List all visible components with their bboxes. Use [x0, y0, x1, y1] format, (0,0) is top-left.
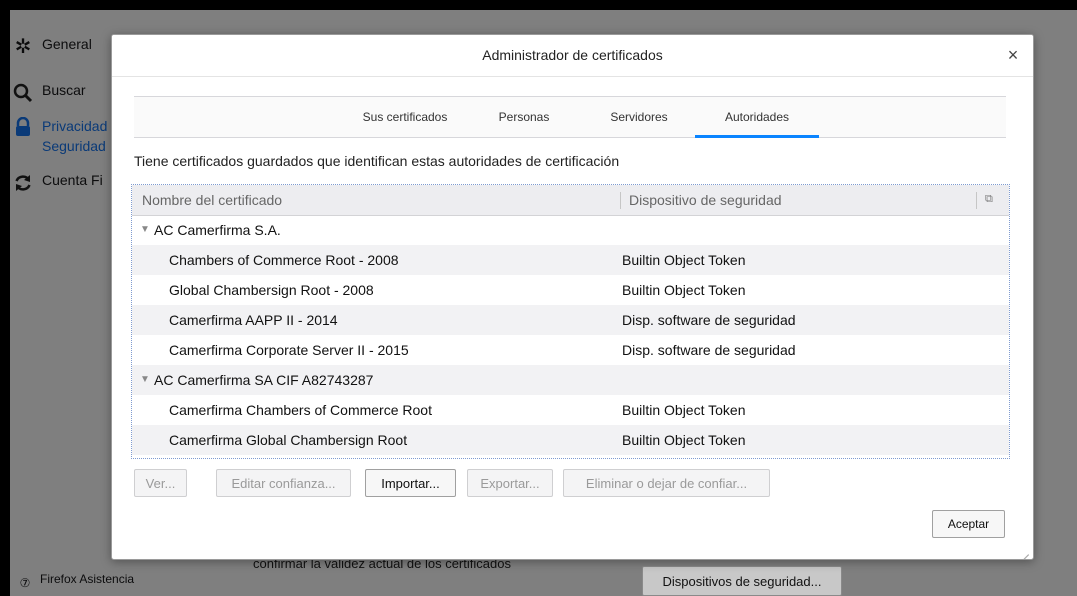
tree-row[interactable]: Global Chambersign Root - 2008 Builtin O…	[132, 275, 1009, 305]
cert-device: Builtin Object Token	[622, 282, 746, 298]
cert-device: Disp. software de seguridad	[622, 312, 796, 328]
tree-row[interactable]: Camerfirma Corporate Server II - 2015 Di…	[132, 335, 1009, 365]
twisty-open-icon[interactable]: ▼	[140, 374, 150, 385]
group-name: AC Camerfirma SA CIF A82743287	[154, 372, 374, 388]
tab-servers[interactable]: Servidores	[589, 97, 689, 137]
tree-header: Nombre del certificado Dispositivo de se…	[132, 185, 1009, 216]
tree-row[interactable]: Camerfirma Chambers of Commerce Root Bui…	[132, 395, 1009, 425]
sidebar-item-general[interactable]: ✲ General	[10, 36, 92, 58]
tree-group-row[interactable]: ▼ AC Camerfirma SA CIF A82743287	[132, 365, 1009, 395]
help-icon: ⑦	[19, 576, 31, 590]
group-name: AC Camerfirma S.A.	[154, 222, 281, 238]
sidebar-item-label: Privacidad Seguridad	[42, 118, 108, 154]
sidebar-item-label: Buscar	[42, 82, 86, 98]
sidebar-item-search[interactable]: Buscar	[10, 82, 86, 104]
search-icon	[10, 82, 36, 104]
tree-group-row[interactable]: ▼ AC Camerfirma S.A.	[132, 215, 1009, 245]
tree-row[interactable]: Camerfirma AAPP II - 2014 Disp. software…	[132, 305, 1009, 335]
cert-device: Disp. software de seguridad	[622, 342, 796, 358]
cert-device: Builtin Object Token	[622, 252, 746, 268]
cert-name: Camerfirma Chambers of Commerce Root	[169, 402, 432, 418]
column-header-name[interactable]: Nombre del certificado	[142, 192, 282, 208]
tree-row[interactable]: Camerfirma Global Chambersign Root Built…	[132, 425, 1009, 455]
certificate-manager-dialog: Administrador de certificados × Sus cert…	[111, 34, 1034, 560]
cert-name: Camerfirma Corporate Server II - 2015	[169, 342, 409, 358]
resize-grip[interactable]	[1017, 543, 1029, 555]
sidebar-item-sync[interactable]: Cuenta Fi	[10, 172, 103, 194]
column-picker-icon[interactable]: ⧉	[985, 193, 993, 206]
export-button[interactable]: Exportar...	[467, 469, 553, 497]
view-button[interactable]: Ver...	[134, 469, 187, 497]
accept-button[interactable]: Aceptar	[932, 510, 1005, 538]
sidebar-item-label: Cuenta Fi	[42, 172, 103, 188]
gear-icon: ✲	[14, 36, 32, 58]
import-button[interactable]: Importar...	[365, 469, 456, 497]
delete-distrust-button[interactable]: Eliminar o dejar de confiar...	[563, 469, 770, 497]
description-text: Tiene certificados guardados que identif…	[134, 153, 620, 169]
tab-people[interactable]: Personas	[484, 97, 564, 137]
tab-your-certificates[interactable]: Sus certificados	[334, 97, 476, 137]
sidebar-item-label: General	[42, 36, 92, 52]
cert-name: Chambers of Commerce Root - 2008	[169, 252, 399, 268]
tab-authorities[interactable]: Autoridades	[695, 97, 819, 138]
help-label: Firefox Asistencia	[40, 572, 135, 586]
edit-trust-button[interactable]: Editar confianza...	[216, 469, 351, 497]
tab-bar: Sus certificados Personas Servidores Aut…	[134, 96, 1006, 138]
dialog-title: Administrador de certificados	[112, 35, 1033, 77]
twisty-open-icon[interactable]: ▼	[140, 224, 150, 235]
lock-icon	[10, 116, 36, 138]
cert-device: Builtin Object Token	[622, 432, 746, 448]
tree-row[interactable]: Chambers of Commerce Root - 2008 Builtin…	[132, 245, 1009, 275]
cert-name: Global Chambersign Root - 2008	[169, 282, 374, 298]
cert-name: Camerfirma Global Chambersign Root	[169, 432, 408, 448]
sync-icon	[10, 172, 36, 194]
cert-device: Builtin Object Token	[622, 402, 746, 418]
column-header-device[interactable]: Dispositivo de seguridad	[629, 192, 782, 208]
close-icon[interactable]: ×	[1003, 45, 1023, 65]
column-separator[interactable]	[620, 192, 621, 209]
sidebar-item-privacy[interactable]: Privacidad Seguridad	[10, 116, 107, 156]
help-link[interactable]: ⑦ Firefox Asistencia	[10, 572, 134, 594]
certificate-tree[interactable]: Nombre del certificado Dispositivo de se…	[131, 184, 1010, 459]
security-devices-button[interactable]: Dispositivos de seguridad...	[642, 566, 842, 596]
column-separator[interactable]	[976, 192, 977, 209]
cert-name: Camerfirma AAPP II - 2014	[169, 312, 338, 328]
